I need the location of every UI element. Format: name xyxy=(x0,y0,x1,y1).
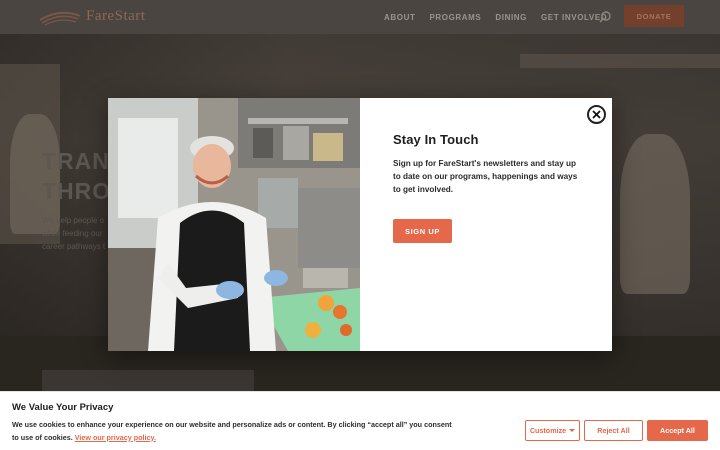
modal-body-text: Sign up for FareStart's newsletters and … xyxy=(393,159,578,195)
logo-mark-icon xyxy=(39,11,81,26)
modal-title: Stay In Touch xyxy=(393,132,479,147)
hero-background-figure xyxy=(620,134,690,294)
cookie-title: We Value Your Privacy xyxy=(12,402,114,413)
farestart-logo[interactable]: FareStart xyxy=(36,4,145,28)
newsletter-modal: Stay In Touch Sign up for FareStart's ne… xyxy=(108,98,612,351)
donate-button[interactable]: DONATE xyxy=(624,5,684,27)
main-nav: ABOUT PROGRAMS DINING GET INVOLVED xyxy=(384,0,607,34)
modal-close-button[interactable] xyxy=(587,105,606,124)
customize-button[interactable]: Customize xyxy=(525,420,580,441)
accept-all-button[interactable]: Accept All xyxy=(647,420,708,441)
reject-all-button[interactable]: Reject All xyxy=(584,420,643,441)
close-icon xyxy=(592,110,601,119)
site-header: FareStart ABOUT PROGRAMS DINING GET INVO… xyxy=(0,0,720,34)
logo-text: FareStart xyxy=(86,7,146,24)
hero-subtitle: We help people o while feeding our caree… xyxy=(42,216,106,251)
nav-item-programs[interactable]: PROGRAMS xyxy=(429,13,481,22)
modal-photo-chef xyxy=(108,98,360,351)
search-icon[interactable] xyxy=(598,10,612,24)
chef-photo-illustration xyxy=(108,98,360,351)
nav-item-about[interactable]: ABOUT xyxy=(384,13,415,22)
privacy-policy-link[interactable]: View our privacy policy. xyxy=(75,433,156,442)
caret-down-icon xyxy=(569,429,576,432)
nav-item-dining[interactable]: DINING xyxy=(495,13,527,22)
hero-background-shelf xyxy=(520,54,720,68)
cookie-text: We use cookies to enhance your experienc… xyxy=(12,420,452,442)
cookie-banner: We Value Your Privacy We use cookies to … xyxy=(0,391,720,450)
sign-up-button[interactable]: SIGN UP xyxy=(393,219,452,243)
